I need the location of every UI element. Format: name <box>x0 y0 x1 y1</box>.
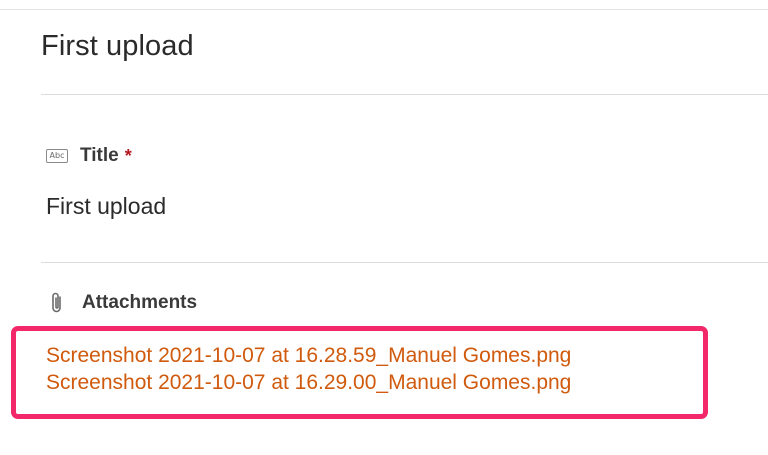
attachment-link[interactable]: Screenshot 2021-10-07 at 16.29.00_Manuel… <box>46 369 571 396</box>
text-field-icon: Abc <box>46 149 68 163</box>
title-field-label: Abc Title * <box>46 145 132 167</box>
title-label-text: Title <box>80 145 119 166</box>
attachment-link[interactable]: Screenshot 2021-10-07 at 16.28.59_Manuel… <box>46 342 571 369</box>
top-divider <box>0 9 768 10</box>
field-divider <box>41 262 768 263</box>
header-divider <box>41 94 768 95</box>
attachment-list: Screenshot 2021-10-07 at 16.28.59_Manuel… <box>46 342 571 396</box>
page-title: First upload <box>41 30 194 62</box>
record-detail-panel: First upload Abc Title * First upload At… <box>0 0 768 455</box>
title-field-value[interactable]: First upload <box>46 193 166 220</box>
required-marker: * <box>124 145 132 166</box>
attachments-field-label: Attachments <box>49 291 197 315</box>
attachments-label-text: Attachments <box>82 292 198 313</box>
paperclip-icon <box>52 292 61 313</box>
